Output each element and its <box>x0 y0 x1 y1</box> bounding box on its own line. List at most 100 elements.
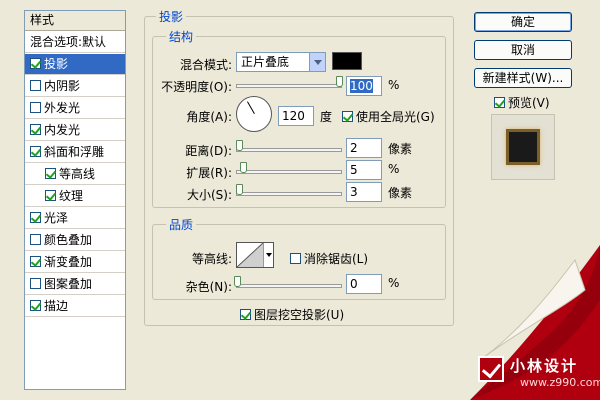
global-light-label: 使用全局光(G) <box>356 110 435 124</box>
angle-label: 角度(A): <box>186 110 232 124</box>
style-list-item[interactable]: 混合选项:默认 <box>25 32 125 53</box>
distance-slider-thumb[interactable] <box>236 140 243 151</box>
style-list-item[interactable]: 斜面和浮雕 <box>25 142 125 163</box>
style-list-label: 颜色叠加 <box>44 233 93 247</box>
style-checkbox[interactable] <box>30 124 41 135</box>
chevron-down-icon[interactable] <box>263 243 273 267</box>
watermark-brand: 小林设计 <box>510 357 579 375</box>
style-checkbox[interactable] <box>30 102 41 113</box>
noise-label: 杂色(N): <box>185 280 232 294</box>
spread-slider-thumb[interactable] <box>240 162 247 173</box>
preview-toggle[interactable]: 预览(V) <box>494 94 550 111</box>
shadow-color-swatch[interactable] <box>332 52 362 70</box>
size-unit: 像素 <box>388 186 413 200</box>
style-list-label: 等高线 <box>59 167 96 181</box>
watermark-url: www.z990.com <box>520 376 600 389</box>
knockout-toggle[interactable]: 图层挖空投影(U) <box>240 306 344 323</box>
opacity-label: 不透明度(O): <box>161 80 232 94</box>
cancel-button[interactable]: 取消 <box>474 40 572 60</box>
spread-unit: % <box>388 162 400 176</box>
style-list-item[interactable]: 光泽 <box>25 208 125 229</box>
structure-title: 结构 <box>166 28 197 45</box>
style-list-item[interactable]: 渐变叠加 <box>25 252 125 273</box>
style-list-item[interactable]: 外发光 <box>25 98 125 119</box>
style-list-item[interactable]: 图案叠加 <box>25 274 125 295</box>
style-list-item[interactable]: 颜色叠加 <box>25 230 125 251</box>
chevron-down-icon <box>309 53 325 71</box>
knockout-checkbox[interactable] <box>240 309 251 320</box>
style-list-label: 投影 <box>44 57 69 71</box>
distance-label: 距离(D): <box>185 144 232 158</box>
distance-input[interactable]: 2 <box>346 138 382 158</box>
style-preview-thumbnail <box>506 129 540 165</box>
style-list-label: 外发光 <box>44 101 81 115</box>
styles-header: 样式 <box>25 11 125 31</box>
style-checkbox[interactable] <box>30 80 41 91</box>
contour-curve-icon <box>237 243 263 267</box>
style-list-label: 纹理 <box>59 189 84 203</box>
noise-unit: % <box>388 276 400 290</box>
style-list-label: 内发光 <box>44 123 81 137</box>
noise-slider-thumb[interactable] <box>234 276 241 287</box>
style-list-label: 光泽 <box>44 211 69 225</box>
blend-mode-value: 正片叠底 <box>241 55 290 69</box>
preview-checkbox[interactable] <box>494 97 505 108</box>
angle-unit: 度 <box>320 110 333 124</box>
style-list-label: 图案叠加 <box>44 277 93 291</box>
style-checkbox[interactable] <box>45 168 56 179</box>
style-list-item[interactable]: 等高线 <box>25 164 125 185</box>
style-preview <box>491 114 555 180</box>
angle-input[interactable]: 120 <box>278 106 314 126</box>
noise-input[interactable]: 0 <box>346 274 382 294</box>
style-checkbox[interactable] <box>30 146 41 157</box>
style-list-label: 描边 <box>44 299 69 313</box>
style-checkbox[interactable] <box>30 256 41 267</box>
contour-picker[interactable] <box>236 242 274 268</box>
contour-label: 等高线: <box>191 252 232 266</box>
style-checkbox[interactable] <box>30 300 41 311</box>
spread-input[interactable]: 5 <box>346 160 382 180</box>
preview-label: 预览(V) <box>508 96 550 110</box>
size-label: 大小(S): <box>186 188 232 202</box>
blend-mode-select[interactable]: 正片叠底 <box>236 52 326 72</box>
new-style-button[interactable]: 新建样式(W)... <box>474 68 572 88</box>
anti-alias-toggle[interactable]: 消除锯齿(L) <box>290 250 368 267</box>
style-checkbox[interactable] <box>30 278 41 289</box>
style-list-item[interactable]: 内发光 <box>25 120 125 141</box>
size-slider[interactable] <box>236 192 342 196</box>
drop-shadow-title: 投影 <box>156 8 187 25</box>
knockout-label: 图层挖空投影(U) <box>254 308 345 322</box>
style-list-label: 内阴影 <box>44 79 81 93</box>
style-checkbox[interactable] <box>30 58 41 69</box>
distance-slider[interactable] <box>236 148 342 152</box>
opacity-unit: % <box>388 78 400 92</box>
style-list-item[interactable]: 内阴影 <box>25 76 125 97</box>
ok-button[interactable]: 确定 <box>474 12 572 32</box>
styles-list: 样式 混合选项:默认投影内阴影外发光内发光斜面和浮雕等高线纹理光泽颜色叠加渐变叠… <box>24 10 126 390</box>
style-list-label: 渐变叠加 <box>44 255 93 269</box>
brand-logo-icon <box>478 356 504 382</box>
size-slider-thumb[interactable] <box>236 184 243 195</box>
spread-slider[interactable] <box>236 170 342 174</box>
quality-title: 品质 <box>166 216 197 233</box>
opacity-slider-thumb[interactable] <box>336 76 343 87</box>
size-input[interactable]: 3 <box>346 182 382 202</box>
style-checkbox[interactable] <box>30 212 41 223</box>
style-list-label: 斜面和浮雕 <box>44 145 105 159</box>
style-checkbox[interactable] <box>45 190 56 201</box>
style-checkbox[interactable] <box>30 234 41 245</box>
global-light-checkbox[interactable] <box>342 111 353 122</box>
distance-unit: 像素 <box>388 142 413 156</box>
anti-alias-checkbox[interactable] <box>290 253 301 264</box>
anti-alias-label: 消除锯齿(L) <box>304 252 369 266</box>
global-light-toggle[interactable]: 使用全局光(G) <box>342 108 435 125</box>
opacity-slider[interactable] <box>236 84 342 88</box>
style-list-item[interactable]: 投影 <box>25 54 125 75</box>
style-list-item[interactable]: 描边 <box>25 296 125 317</box>
angle-dial[interactable] <box>236 96 272 132</box>
opacity-input[interactable]: 100 <box>346 76 382 96</box>
noise-slider[interactable] <box>236 284 342 288</box>
style-list-label: 混合选项:默认 <box>30 35 107 49</box>
blend-mode-label: 混合模式: <box>179 58 232 72</box>
style-list-item[interactable]: 纹理 <box>25 186 125 207</box>
